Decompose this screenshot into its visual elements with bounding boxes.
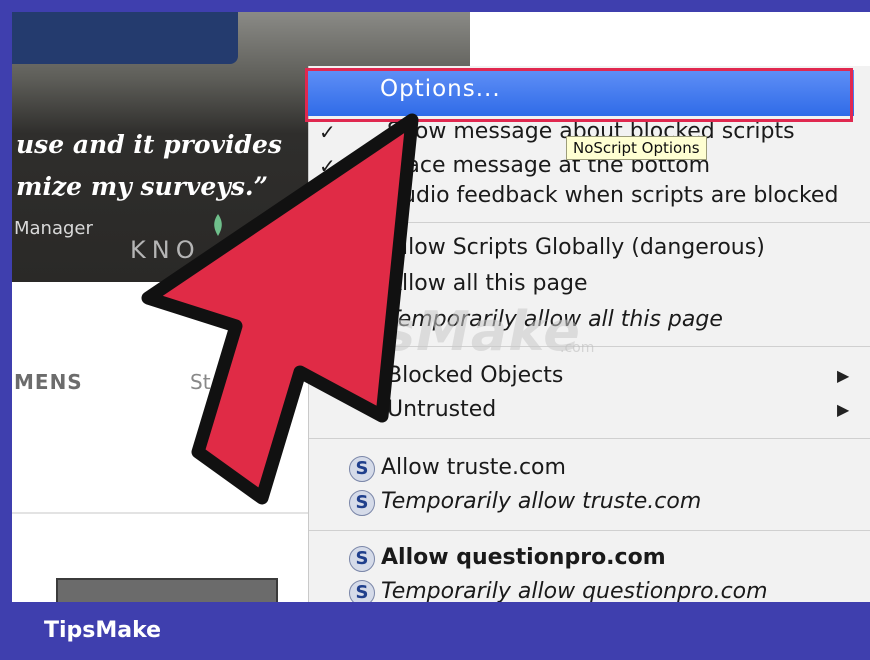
footer-bar: TipsMake	[0, 602, 870, 660]
red-pointer-arrow-icon	[141, 113, 419, 505]
footer-brand: TipsMake	[44, 618, 162, 643]
